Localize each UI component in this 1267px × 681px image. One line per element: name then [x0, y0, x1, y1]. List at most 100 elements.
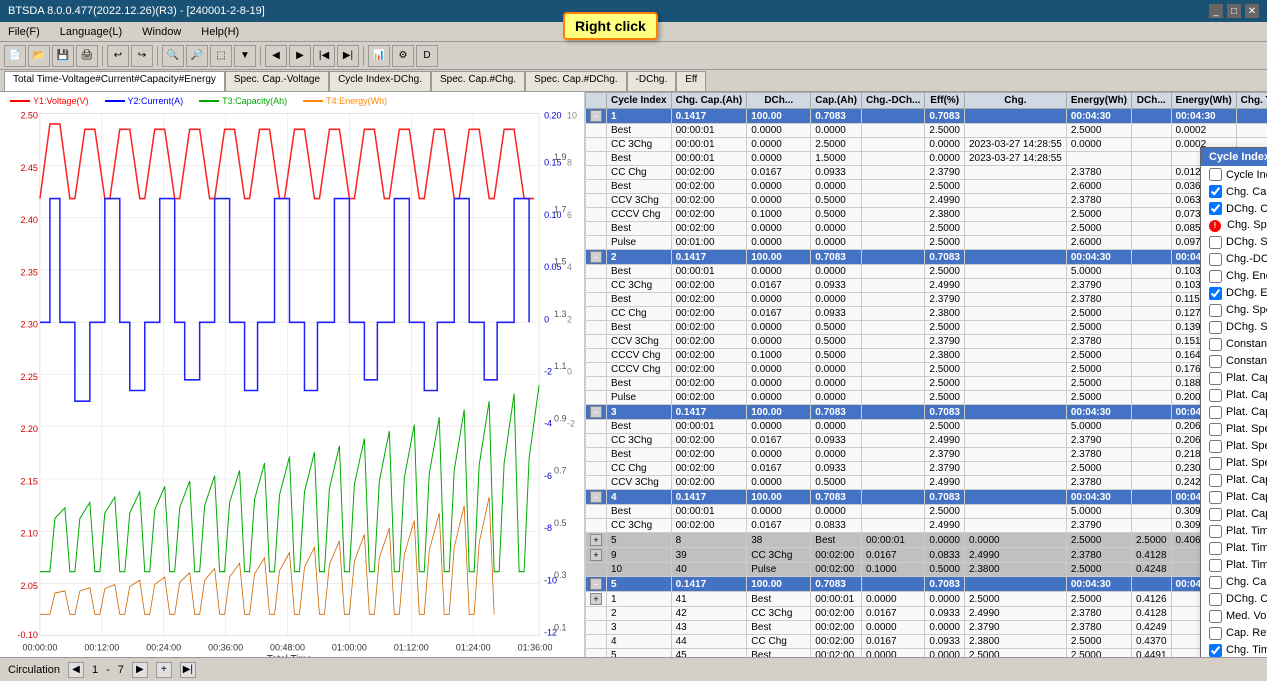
toolbar-prev[interactable]: ◀ [265, 45, 287, 67]
col-cap[interactable]: Cap.(Ah) [811, 93, 862, 109]
cycle-2-expand[interactable]: - [586, 250, 607, 265]
toolbar-next[interactable]: ▶ [289, 45, 311, 67]
menu-item-plat-cap3[interactable]: Plat. Cap.3 [1201, 404, 1267, 421]
checkbox-cap-retention[interactable] [1209, 627, 1222, 640]
col-chg-time[interactable]: Chg. Time [1236, 93, 1267, 109]
checkbox-plat-spec2[interactable] [1209, 440, 1222, 453]
checkbox-chg-spec-energy[interactable] [1209, 304, 1222, 317]
menu-help[interactable]: Help(H) [197, 24, 243, 40]
tab-0[interactable]: Total Time-Voltage#Current#Capacity#Ener… [4, 71, 225, 91]
checkbox-const-ratio[interactable] [1209, 338, 1222, 351]
toolbar-first[interactable]: |◀ [313, 45, 335, 67]
menu-language[interactable]: Language(L) [56, 24, 126, 40]
checkbox-plat-eff2[interactable] [1209, 491, 1222, 504]
menu-item-plat-cap2[interactable]: Plat. Cap.2 [1201, 387, 1267, 404]
menu-item-plat-time3[interactable]: Plat. Time3 [1201, 557, 1267, 574]
col-chg-cap[interactable]: Chg. Cap.(Ah) [671, 93, 747, 109]
menu-item-chg-spec-energy[interactable]: Chg. Spec. Energy [1201, 302, 1267, 319]
checkbox-dchg-cap[interactable] [1209, 202, 1222, 215]
menu-item-plat-spec1[interactable]: Plat. Spec. Cap.1 [1201, 421, 1267, 438]
toolbar-save[interactable]: 💾 [52, 45, 74, 67]
tab-3[interactable]: Spec. Cap.#Chg. [431, 71, 525, 91]
checkbox-const-cap[interactable] [1209, 355, 1222, 368]
menu-item-chg-capacitor[interactable]: Chg. Capacitor [1201, 574, 1267, 591]
menu-item-chg-time[interactable]: Chg. Time [1201, 642, 1267, 658]
menu-item-chg-cap[interactable]: Chg. Cap. [1201, 183, 1267, 200]
toolbar-new[interactable]: 📄 [4, 45, 26, 67]
checkbox-plat-cap2[interactable] [1209, 389, 1222, 402]
checkbox-plat-eff1[interactable] [1209, 474, 1222, 487]
toolbar-settings[interactable]: ⚙ [392, 45, 414, 67]
col-chg-dchg[interactable]: Chg.-DCh... [861, 93, 924, 109]
checkbox-dchg-capacitor[interactable] [1209, 593, 1222, 606]
checkbox-plat-time2[interactable] [1209, 542, 1222, 555]
context-menu[interactable]: Cycle Index Cycle Index Chg. Cap. DChg. … [1200, 147, 1267, 657]
menu-item-chg-energy[interactable]: Chg. Energy [1201, 268, 1267, 285]
checkbox-dchg-energy[interactable] [1209, 287, 1222, 300]
menu-item-cap-retention[interactable]: Cap. Retention [1201, 625, 1267, 642]
checkbox-chg-capacitor[interactable] [1209, 576, 1222, 589]
menu-item-dchg-cap[interactable]: DChg. Cap. [1201, 200, 1267, 217]
cycle-3-expand[interactable]: - [586, 405, 607, 420]
checkbox-med-volt[interactable] [1209, 610, 1222, 623]
toolbar-last[interactable]: ▶| [337, 45, 359, 67]
toolbar-filter[interactable]: ▼ [234, 45, 256, 67]
col-chg-energy[interactable]: Chg. [964, 93, 1066, 109]
menu-item-plat-cap1[interactable]: Plat. Cap.1 [1201, 370, 1267, 387]
page-next-button[interactable]: ▶ [132, 662, 148, 678]
checkbox-dchg-spec-cap[interactable] [1209, 236, 1222, 249]
maximize-button[interactable]: □ [1227, 4, 1241, 18]
page-prev-button[interactable]: ◀ [68, 662, 84, 678]
menu-item-const-ratio[interactable]: Constant Curr. Chg. Ratio [1201, 336, 1267, 353]
tab-6[interactable]: Eff [676, 71, 706, 91]
minimize-button[interactable]: _ [1209, 4, 1223, 18]
toolbar-D[interactable]: D [416, 45, 438, 67]
menu-item-dchg-energy[interactable]: DChg. Energy [1201, 285, 1267, 302]
menu-item-const-cap[interactable]: Constant Curr. Chg. Cap. [1201, 353, 1267, 370]
toolbar-open[interactable]: 📂 [28, 45, 50, 67]
tab-2[interactable]: Cycle Index-DChg. [329, 71, 431, 91]
page-add-button[interactable]: + [156, 662, 172, 678]
menu-window[interactable]: Window [138, 24, 185, 40]
cycle-4-expand[interactable]: - [586, 490, 607, 505]
menu-item-plat-time2[interactable]: Plat. Time2 [1201, 540, 1267, 557]
checkbox-plat-time1[interactable] [1209, 525, 1222, 538]
tab-5[interactable]: -DChg. [627, 71, 677, 91]
toolbar-print[interactable]: 🖨 [76, 45, 98, 67]
checkbox-plat-time3[interactable] [1209, 559, 1222, 572]
menu-item-plat-eff2[interactable]: Plat. Cap. Eff.2 [1201, 489, 1267, 506]
checkbox-chg-time[interactable] [1209, 644, 1222, 657]
checkbox-chg-energy[interactable] [1209, 270, 1222, 283]
menu-item-med-volt[interactable]: Med. Volt. [1201, 608, 1267, 625]
menu-item-plat-eff3[interactable]: Plat. Cap. Eff.3 [1201, 506, 1267, 523]
checkbox-plat-spec1[interactable] [1209, 423, 1222, 436]
menu-item-cycle-index[interactable]: Cycle Index [1201, 166, 1267, 183]
col-d-energy[interactable]: Energy(Wh) [1171, 93, 1236, 109]
checkbox-dchg-spec-energy[interactable] [1209, 321, 1222, 334]
col-cycle[interactable]: Cycle Index [607, 93, 672, 109]
checkbox-chg-dchg-eff[interactable] [1209, 253, 1222, 266]
menu-file[interactable]: File(F) [4, 24, 44, 40]
data-table-container[interactable]: Cycle Index Chg. Cap.(Ah) DCh... Cap.(Ah… [585, 92, 1267, 657]
checkbox-plat-cap3[interactable] [1209, 406, 1222, 419]
menu-item-chg-dchg-eff[interactable]: Chg.-DChg. Eff [1201, 251, 1267, 268]
menu-item-dchg-capacitor[interactable]: DChg. Capacitor [1201, 591, 1267, 608]
toolbar-undo[interactable]: ↩ [107, 45, 129, 67]
tab-4[interactable]: Spec. Cap.#DChg. [525, 71, 626, 91]
col-dchg-energy[interactable]: DCh... [1131, 93, 1171, 109]
checkbox-cycle-index[interactable] [1209, 168, 1222, 181]
col-eff[interactable]: Eff(%) [925, 93, 965, 109]
cycle-1-expand[interactable]: - [586, 109, 607, 124]
menu-item-plat-spec3[interactable]: Plat. Spec. Cap.3 [1201, 455, 1267, 472]
col-dchg[interactable]: DCh... [747, 93, 811, 109]
close-button[interactable]: ✕ [1245, 4, 1259, 18]
col-energy-wh[interactable]: Energy(Wh) [1066, 93, 1131, 109]
toolbar-zoom-in[interactable]: 🔍 [162, 45, 184, 67]
checkbox-plat-spec3[interactable] [1209, 457, 1222, 470]
menu-item-dchg-spec-cap[interactable]: DChg. Spec. Cap. [1201, 234, 1267, 251]
tab-1[interactable]: Spec. Cap.-Voltage [225, 71, 329, 91]
page-nav-button[interactable]: ▶| [180, 662, 196, 678]
menu-item-plat-eff1[interactable]: Plat. Cap. Eff.1 [1201, 472, 1267, 489]
checkbox-plat-eff3[interactable] [1209, 508, 1222, 521]
checkbox-plat-cap1[interactable] [1209, 372, 1222, 385]
